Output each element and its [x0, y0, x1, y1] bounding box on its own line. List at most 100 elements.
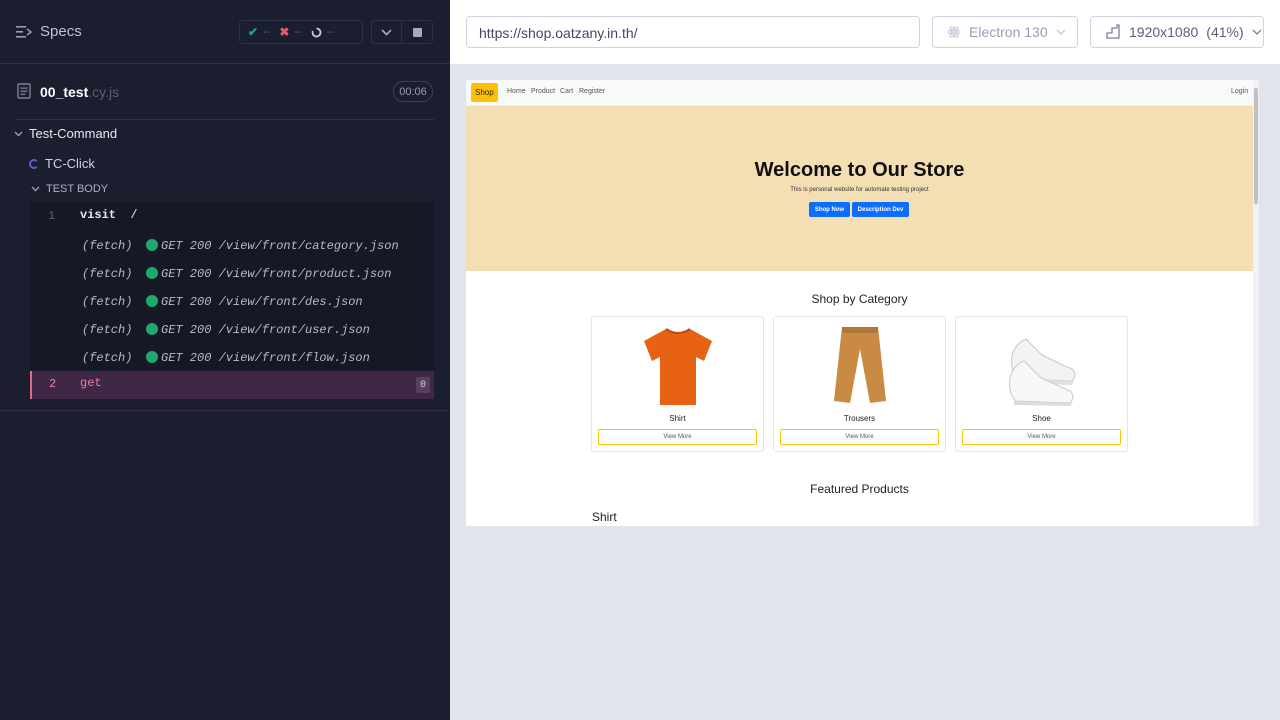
category-card-shoe: Shoe View More — [955, 316, 1128, 452]
chevron-down-icon — [31, 186, 40, 192]
fetch-row[interactable]: (fetch) GET 200 /view/front/flow.json — [30, 343, 434, 371]
reporter-header: Specs ✔ -- ✖ -- -- — [0, 0, 450, 64]
nav-link-product[interactable]: Product — [531, 88, 555, 95]
status-success-icon — [146, 351, 158, 363]
fetch-label: (fetch) — [82, 239, 133, 253]
pending-count: -- — [326, 26, 335, 38]
failed-stat: ✖ -- — [279, 25, 301, 39]
category-card-shirt: Shirt View More — [591, 316, 764, 452]
test-body-label: TEST BODY — [46, 183, 109, 195]
browser-name: Electron 130 — [969, 24, 1048, 40]
test-stats: ✔ -- ✖ -- -- — [239, 20, 363, 44]
check-icon: ✔ — [248, 25, 259, 39]
nav-link-home[interactable]: Home — [507, 88, 526, 95]
fetch-row[interactable]: (fetch) GET 200 /view/front/user.json — [30, 315, 434, 343]
status-success-icon — [146, 295, 158, 307]
viewport-zoom: (41%) — [1206, 24, 1244, 40]
site-brand[interactable]: Shop — [471, 83, 498, 102]
aut-header: https://shop.oatzany.in.th/ Electron 130… — [450, 0, 1280, 64]
fetch-message: GET 200 /view/front/category.json — [161, 239, 399, 253]
nav-link-login[interactable]: Login — [1231, 88, 1248, 95]
run-controls — [371, 20, 433, 44]
status-success-icon — [146, 267, 158, 279]
spec-duration: 00:06 — [393, 81, 433, 102]
shoe-image — [999, 323, 1085, 409]
trousers-image — [817, 323, 903, 409]
view-more-button[interactable]: View More — [780, 429, 939, 445]
description-dev-button[interactable]: Description Dev — [852, 202, 909, 217]
test-body-header[interactable]: TEST BODY — [31, 183, 108, 195]
shirt-image — [635, 323, 721, 409]
command-row-get[interactable]: 2 get 0 — [30, 371, 434, 399]
hero-subtitle: This is personal website for automate te… — [790, 187, 929, 193]
divider — [0, 410, 450, 411]
fetch-row[interactable]: (fetch) GET 200 /view/front/product.json — [30, 259, 434, 287]
category-section-title: Shop by Category — [811, 292, 908, 306]
nav-link-cart[interactable]: Cart — [560, 88, 573, 95]
stop-button[interactable] — [402, 21, 432, 43]
fetch-label: (fetch) — [82, 295, 133, 309]
category-name: Trousers — [843, 414, 876, 423]
x-icon: ✖ — [279, 25, 290, 39]
specs-list-icon[interactable] — [16, 25, 32, 39]
command-name: visit / — [80, 208, 138, 222]
view-more-button[interactable]: View More — [962, 429, 1121, 445]
command-method: get — [80, 376, 102, 390]
suite-row[interactable]: Test-Command — [14, 126, 117, 141]
fetch-label: (fetch) — [82, 267, 133, 281]
chevron-down-icon — [1056, 29, 1066, 35]
command-method: visit — [80, 208, 117, 222]
url-bar[interactable]: https://shop.oatzany.in.th/ — [466, 16, 920, 48]
pending-stat: -- — [311, 26, 334, 38]
featured-section-title: Featured Products — [810, 482, 909, 496]
aut-iframe: Shop Home Product Cart Register Login We… — [466, 80, 1259, 526]
command-row-visit[interactable]: 1 visit / — [30, 202, 434, 230]
fetch-message: GET 200 /view/front/user.json — [161, 323, 370, 337]
category-name: Shirt — [669, 414, 686, 423]
status-success-icon — [146, 323, 158, 335]
fetch-message: GET 200 /view/front/des.json — [161, 295, 363, 309]
expand-toggle-button[interactable] — [372, 21, 403, 43]
fetch-row[interactable]: (fetch) GET 200 /view/front/des.json — [30, 287, 434, 315]
chevron-down-icon — [1252, 29, 1262, 35]
passed-stat: ✔ -- — [248, 25, 270, 39]
test-title: TC-Click — [45, 156, 95, 171]
specs-label[interactable]: Specs — [40, 23, 82, 40]
spec-file-row[interactable]: 00_test.cy.js 00:06 — [0, 64, 450, 120]
status-success-icon — [146, 239, 158, 251]
viewport-selector[interactable]: 1920x1080 (41%) — [1090, 16, 1264, 48]
category-card-trousers: Trousers View More — [773, 316, 946, 452]
spec-name: 00_test — [40, 84, 89, 100]
fetch-label: (fetch) — [82, 323, 133, 337]
pending-spinner-icon — [311, 27, 322, 37]
command-number: 1 — [48, 209, 56, 223]
spec-filename: 00_test.cy.js — [40, 84, 119, 100]
passed-count: -- — [263, 26, 271, 38]
electron-icon — [947, 26, 961, 38]
running-spinner-icon — [29, 158, 39, 169]
ruler-icon — [1106, 24, 1120, 39]
spec-extension: .cy.js — [88, 84, 120, 100]
browser-selector[interactable]: Electron 130 — [932, 16, 1078, 48]
fetch-message: GET 200 /view/front/flow.json — [161, 351, 370, 365]
scrollbar-thumb[interactable] — [1254, 88, 1258, 204]
stop-icon — [412, 27, 422, 37]
document-icon — [17, 83, 31, 99]
nav-link-register[interactable]: Register — [579, 88, 605, 95]
shop-now-button[interactable]: Shop Now — [809, 202, 850, 217]
featured-category-heading: Shirt — [592, 510, 617, 524]
test-row[interactable]: TC-Click — [29, 156, 95, 171]
viewport-size: 1920x1080 — [1129, 24, 1199, 40]
chevron-down-icon — [381, 28, 392, 36]
suite-title: Test-Command — [29, 126, 118, 141]
chevron-down-icon — [14, 131, 23, 136]
divider — [16, 119, 434, 120]
view-more-button[interactable]: View More — [598, 429, 757, 445]
command-arg: / — [130, 208, 138, 222]
failed-count: -- — [294, 26, 302, 38]
aut-scrollbar[interactable] — [1253, 80, 1259, 526]
fetch-message: GET 200 /view/front/product.json — [161, 267, 392, 281]
site-navbar: Shop Home Product Cart Register Login — [466, 80, 1253, 106]
fetch-row[interactable]: (fetch) GET 200 /view/front/category.jso… — [30, 231, 434, 259]
fetch-label: (fetch) — [82, 351, 133, 365]
